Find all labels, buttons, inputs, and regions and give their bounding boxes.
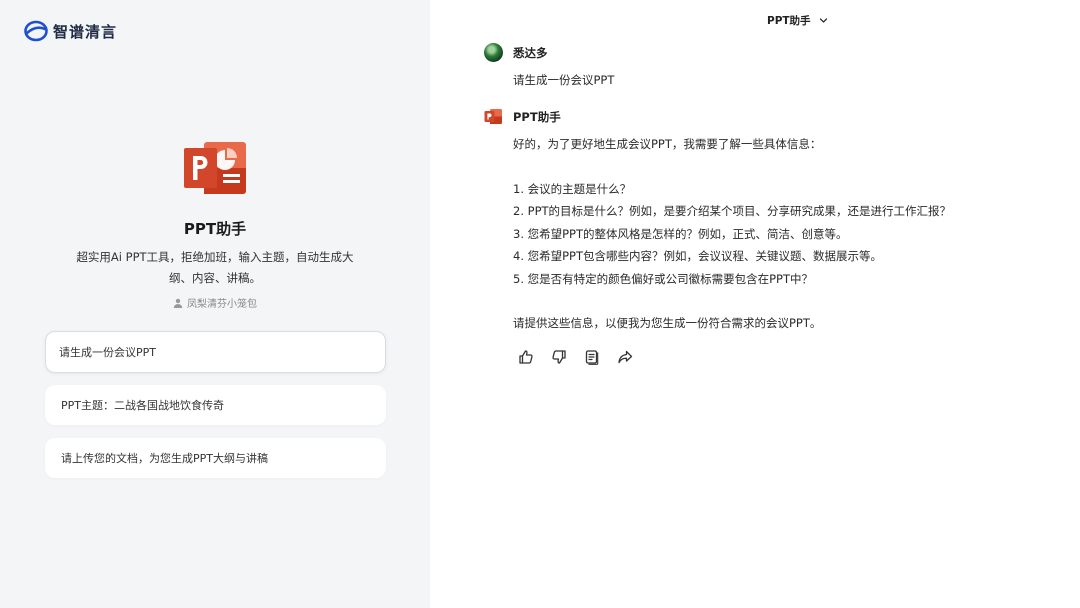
brand-name: 智谱清言	[53, 22, 118, 41]
assistant-name: PPT助手	[513, 109, 561, 124]
user-message-header: 悉达多	[484, 43, 548, 62]
agent-info-panel: 智谱清言 PPT助手 超实用Ai PPT工具，拒绝加班，输入主题，自动生成大纲、…	[0, 0, 430, 608]
agent-selector-label: PPT助手	[767, 15, 811, 27]
assistant-closing: 请提供这些信息，以便我为您生成一份符合需求的会议PPT。	[513, 316, 822, 330]
suggestion-card[interactable]: 请上传您的文档，为您生成PPT大纲与讲稿	[45, 438, 386, 478]
user-avatar[interactable]	[484, 43, 503, 62]
user-message: 请生成一份会议PPT	[513, 73, 615, 87]
agent-hero: PPT助手 超实用Ai PPT工具，拒绝加班，输入主题，自动生成大纲、内容、讲稿…	[0, 138, 430, 310]
assistant-message-header: PPT助手	[484, 108, 561, 125]
question-item: 4. 您希望PPT包含哪些内容？例如，会议议程、关键议题、数据展示等。	[513, 249, 883, 263]
agent-description: 超实用Ai PPT工具，拒绝加班，输入主题，自动生成大纲、内容、讲稿。	[76, 250, 354, 285]
message-actions	[518, 349, 633, 365]
question-item: 5. 您是否有特定的颜色偏好或公司徽标需要包含在PPT中？	[513, 271, 814, 286]
share-icon[interactable]	[617, 349, 633, 365]
assistant-intro: 好的，为了更好地生成会议PPT，我需要了解一些具体信息：	[513, 137, 822, 151]
copy-icon[interactable]	[584, 349, 600, 365]
question-item: 1. 会议的主题是什么？	[513, 181, 632, 196]
user-name: 悉达多	[513, 45, 548, 60]
author-name: 凤梨清芬小笼包	[187, 299, 257, 310]
suggestion-card[interactable]: PPT主题：二战各国战地饮食传奇	[45, 385, 386, 425]
agent-selector[interactable]: PPT助手	[767, 13, 828, 28]
question-item: 3. 您希望PPT的整体风格是怎样的？例如，正式、简洁、创意等。	[513, 226, 848, 241]
suggestion-card[interactable]: 请生成一份会议PPT	[45, 331, 386, 373]
thumbs-down-icon[interactable]	[551, 349, 567, 365]
question-item: 2. PPT的目标是什么？例如，是要介绍某个项目、分享研究成果，还是进行工作汇报…	[513, 204, 952, 218]
user-icon	[173, 298, 183, 308]
powerpoint-avatar-icon	[484, 109, 502, 124]
agent-author: 凤梨清芬小笼包	[0, 295, 430, 310]
chevron-down-icon	[819, 18, 827, 23]
zhipu-logo-icon	[24, 20, 48, 42]
chat-panel: PPT助手 悉达多 请生成一份会议PPT PPT助手 好的，为了更好地生成会议P…	[430, 0, 1080, 608]
thumbs-up-icon[interactable]	[518, 349, 534, 365]
agent-title: PPT助手	[183, 220, 247, 238]
powerpoint-icon	[184, 142, 246, 194]
brand-logo[interactable]: 智谱清言	[24, 20, 117, 42]
assistant-message: 好的，为了更好地生成会议PPT，我需要了解一些具体信息： 1. 会议的主题是什么…	[513, 137, 951, 339]
